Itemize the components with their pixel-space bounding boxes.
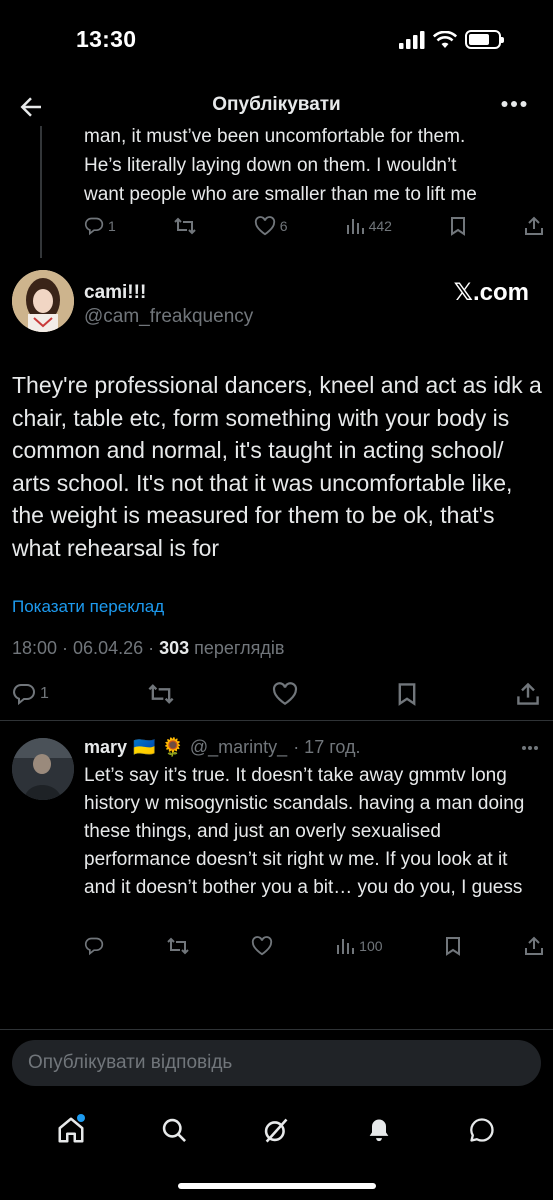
username[interactable]: @cam_freakquency xyxy=(84,306,253,328)
bookmark-button[interactable] xyxy=(449,216,467,236)
like-button[interactable]: 6 xyxy=(254,216,288,236)
share-button[interactable] xyxy=(524,216,544,236)
retweet-button[interactable] xyxy=(166,936,190,956)
reply-time: · 17 год. xyxy=(293,737,361,757)
grok-icon xyxy=(265,1118,288,1143)
reply-icon xyxy=(13,684,35,706)
like-button[interactable] xyxy=(251,936,273,956)
tab-messages[interactable] xyxy=(462,1110,502,1150)
views-icon xyxy=(346,219,364,234)
more-icon xyxy=(522,746,538,750)
share-icon xyxy=(524,936,543,955)
tweet-meta: 18:00 · 06.04.26 · 303 переглядів xyxy=(12,638,284,659)
battery-icon xyxy=(465,30,504,49)
display-name[interactable]: cami!!! xyxy=(84,282,146,304)
avatar[interactable] xyxy=(12,270,74,332)
like-button[interactable] xyxy=(272,682,298,706)
retweet-icon xyxy=(167,937,189,955)
status-time: 13:30 xyxy=(76,26,137,52)
divider xyxy=(0,1029,553,1030)
status-icons xyxy=(399,30,504,49)
views-count: 442 xyxy=(368,218,392,234)
show-translation-link[interactable]: Показати переклад xyxy=(12,597,164,617)
retweet-icon xyxy=(148,684,174,704)
parent-tweet-line: want people who are smaller than me to l… xyxy=(84,184,477,205)
sunflower-emoji: 🌻 xyxy=(161,737,184,757)
page-title: Опублікувати xyxy=(212,94,341,115)
views-button[interactable]: 100 xyxy=(335,936,383,956)
views-count: 100 xyxy=(359,938,383,954)
like-icon xyxy=(273,682,298,706)
bookmark-icon xyxy=(446,937,461,956)
share-icon xyxy=(524,216,543,235)
reply-button[interactable]: 1 xyxy=(12,682,49,706)
tab-grok[interactable] xyxy=(256,1110,296,1150)
reply-count: 1 xyxy=(40,685,49,702)
parent-action-bar: 1 6 442 xyxy=(84,216,544,236)
messages-icon xyxy=(469,1118,494,1142)
divider xyxy=(0,720,553,721)
retweet-icon xyxy=(174,217,196,235)
reply-more-button[interactable] xyxy=(521,745,539,751)
reply-icon xyxy=(84,937,104,956)
reply-composer-input[interactable]: Опублікувати відповідь xyxy=(12,1040,541,1086)
tab-search[interactable] xyxy=(154,1110,194,1150)
thread-line xyxy=(40,126,42,258)
main-action-bar: 1 xyxy=(12,682,540,706)
tab-home[interactable] xyxy=(51,1110,91,1150)
views-icon xyxy=(337,939,355,954)
share-button[interactable] xyxy=(516,682,540,706)
retweet-button[interactable] xyxy=(173,216,197,236)
reply-action-bar: 100 xyxy=(84,936,544,956)
like-icon xyxy=(254,216,275,236)
parent-tweet-text: man, it must’ve been uncomfortable for t… xyxy=(84,122,544,209)
reply-icon xyxy=(84,217,104,236)
source-logo: 𝕏.com xyxy=(453,279,529,306)
signal-icon xyxy=(399,30,425,49)
bookmark-button[interactable] xyxy=(444,936,462,956)
share-icon xyxy=(517,682,539,705)
timestamp: 18:00 · 06.04.26 · xyxy=(12,638,160,658)
share-button[interactable] xyxy=(524,936,544,956)
reply-count: 1 xyxy=(108,218,116,234)
bookmark-icon xyxy=(398,683,416,706)
retweet-button[interactable] xyxy=(147,682,175,706)
like-count: 6 xyxy=(279,218,288,234)
views-label: переглядів xyxy=(189,638,285,658)
composer-placeholder: Опублікувати відповідь xyxy=(28,1052,233,1073)
views-count: 303 xyxy=(159,638,190,658)
reply-text: Let’s say it’s true. It doesn’t take awa… xyxy=(84,765,525,898)
avatar[interactable] xyxy=(12,738,74,800)
bell-icon xyxy=(369,1119,389,1142)
parent-tweet-line: He’s literally laying down on them. I wo… xyxy=(84,155,457,176)
display-name[interactable]: mary xyxy=(84,737,127,758)
views-button[interactable]: 442 xyxy=(345,216,392,236)
bookmark-icon xyxy=(450,217,465,236)
more-options-button[interactable] xyxy=(501,100,527,108)
bottom-tab-bar xyxy=(0,1100,553,1160)
home-indicator xyxy=(178,1183,376,1189)
more-icon xyxy=(501,101,527,107)
tweet-text: They're professional dancers, kneel and … xyxy=(12,372,542,561)
wifi-icon xyxy=(433,30,457,48)
reply-header: mary 🇺🇦 🌻 @_marinty_ · 17 год. xyxy=(84,737,361,758)
parent-tweet-line: man, it must’ve been uncomfortable for t… xyxy=(84,126,466,147)
reply-button[interactable]: 1 xyxy=(84,216,116,236)
search-icon xyxy=(162,1118,186,1142)
like-icon xyxy=(252,936,273,956)
bookmark-button[interactable] xyxy=(396,682,418,706)
reply-button[interactable] xyxy=(84,936,104,956)
flag-emoji: 🇺🇦 xyxy=(133,737,156,757)
username[interactable]: @_marinty_ xyxy=(190,737,287,758)
tab-notifications[interactable] xyxy=(359,1110,399,1150)
